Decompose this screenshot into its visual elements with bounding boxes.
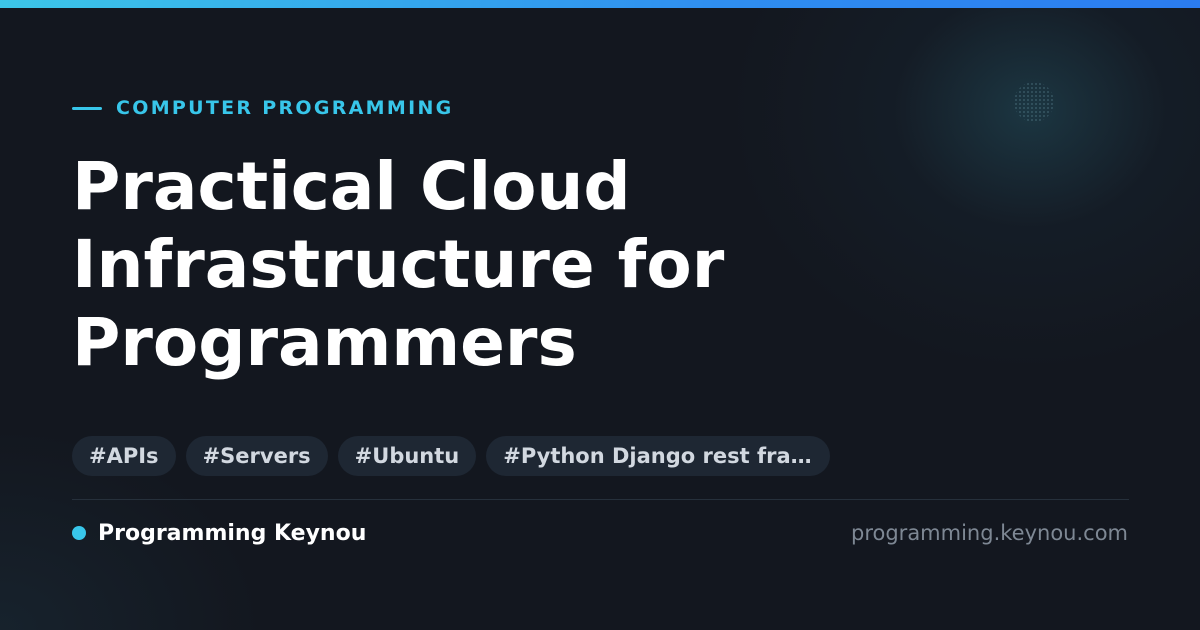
title-line-3: Programmers — [72, 304, 577, 381]
tag-servers[interactable]: #Servers — [185, 436, 328, 476]
title-line-2: Infrastructure for — [72, 226, 725, 303]
site-domain: programming.keynou.com — [851, 521, 1128, 545]
tag-python-django[interactable]: #Python Django rest fram… — [486, 436, 831, 476]
category-text: COMPUTER PROGRAMMING — [116, 97, 454, 119]
tag-list: #APIs #Servers #Ubuntu #Python Django re… — [72, 436, 831, 476]
tag-ubuntu[interactable]: #Ubuntu — [337, 436, 477, 476]
page-title: Practical Cloud Infrastructure for Progr… — [72, 148, 872, 382]
title-line-1: Practical Cloud — [72, 148, 631, 225]
decorative-dot-pattern — [1014, 82, 1054, 122]
top-accent-bar — [0, 0, 1200, 8]
brand-name: Programming Keynou — [98, 520, 367, 546]
divider — [72, 499, 1129, 500]
tag-apis[interactable]: #APIs — [72, 436, 176, 476]
brand: Programming Keynou — [72, 518, 366, 548]
category-dash-icon — [72, 106, 102, 110]
category-label: COMPUTER PROGRAMMING — [72, 96, 454, 120]
brand-dot-icon — [72, 526, 86, 540]
